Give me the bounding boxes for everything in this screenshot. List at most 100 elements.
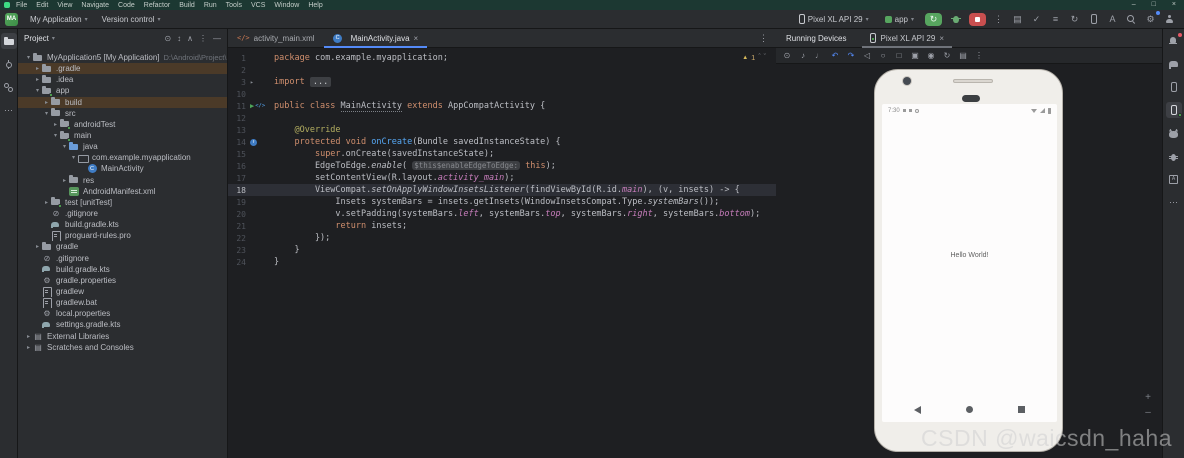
rotate-right-icon[interactable]: ↷ — [845, 50, 857, 62]
tree-chevron-icon[interactable]: ▸ — [60, 177, 69, 184]
minimize-button[interactable]: – — [1132, 0, 1136, 10]
build-variants-icon[interactable]: ≡ — [1047, 12, 1064, 27]
code-line-22[interactable]: 22 }); — [228, 232, 776, 244]
code-line-15[interactable]: 15 super.onCreate(savedInstanceState); — [228, 148, 776, 160]
commit-icon[interactable] — [1, 56, 17, 72]
hide-icon[interactable]: — — [213, 34, 221, 43]
close-icon[interactable]: × — [414, 34, 419, 43]
menu-tools[interactable]: Tools — [226, 2, 242, 9]
menu-help[interactable]: Help — [308, 2, 322, 9]
tree-item--gradle[interactable]: ▸ .gradle — [18, 63, 227, 75]
screenshot-icon[interactable]: ▣ — [909, 50, 921, 62]
back-icon[interactable]: ◁ — [861, 50, 873, 62]
tree-chevron-icon[interactable]: ▾ — [69, 154, 78, 161]
close-button[interactable]: × — [1172, 0, 1176, 10]
tree-chevron-icon[interactable]: ▸ — [33, 76, 42, 83]
menu-navigate[interactable]: Navigate — [81, 2, 109, 9]
tree-item--idea[interactable]: ▸ .idea — [18, 74, 227, 85]
code-line-3[interactable]: 3 ▸ import ... — [228, 76, 776, 88]
rotate-left-icon[interactable]: ↶ — [829, 50, 841, 62]
menu-window[interactable]: Window — [274, 2, 299, 9]
tree-item-build[interactable]: ▸ build — [18, 96, 227, 108]
device-tab-pixel-xl[interactable]: Pixel XL API 29 × — [862, 29, 952, 48]
logcat-icon[interactable] — [1166, 125, 1182, 141]
tree-item-myapplication5-my-application-[interactable]: ▾ MyApplication5 [My Application] D:\Andro… — [18, 52, 227, 63]
gutter[interactable]: 15 — [228, 150, 274, 159]
overview-button[interactable] — [1018, 406, 1025, 413]
search-icon[interactable] — [1123, 12, 1140, 27]
fold-chevron-icon[interactable]: ▸ — [250, 79, 254, 86]
next-problem-icon[interactable]: ˇ — [764, 54, 766, 61]
tree-item--gitignore[interactable]: ⊘ .gitignore — [18, 253, 227, 264]
code-line-16[interactable]: 16 EdgeToEdge.enable( $this$enableEdgeTo… — [228, 160, 776, 172]
menu-code[interactable]: Code — [118, 2, 135, 9]
gutter[interactable]: 14 ↑ — [228, 138, 274, 147]
gutter[interactable]: 20 — [228, 210, 274, 219]
tree-item-androidmanifest-xml[interactable]: AndroidManifest.xml — [18, 186, 227, 197]
app-quality-insights-icon[interactable] — [1166, 148, 1182, 164]
home-icon[interactable]: ○ — [877, 50, 889, 62]
gutter[interactable]: 1 — [228, 54, 274, 63]
tree-item-app[interactable]: ▾ app — [18, 85, 227, 97]
menu-run[interactable]: Run — [204, 2, 217, 9]
tree-item-gradle-properties[interactable]: ⚙ gradle.properties — [18, 275, 227, 286]
gutter[interactable]: 2 — [228, 66, 274, 75]
more-icon[interactable]: ⋯ — [1, 102, 17, 118]
tree-item-res[interactable]: ▸ res — [18, 175, 227, 186]
tree-item-src[interactable]: ▾ src — [18, 108, 227, 119]
maximize-button[interactable]: □ — [1152, 0, 1156, 10]
gutter[interactable]: 12 — [228, 114, 274, 123]
settings-icon[interactable]: ⚙ — [1142, 10, 1160, 27]
tree-chevron-icon[interactable]: ▸ — [42, 199, 51, 206]
tree-item-gradlew[interactable]: gradlew — [18, 286, 227, 298]
tab-activity-main-xml[interactable]: </> activity_main.xml — [228, 29, 324, 48]
code-line-20[interactable]: 20 v.setPadding(systemBars.left, systemB… — [228, 208, 776, 220]
tree-item-main[interactable]: ▾ main — [18, 130, 227, 142]
project-panel-title[interactable]: Project — [24, 34, 49, 43]
tree-item-test-unittest-[interactable]: ▸ test [unitTest] — [18, 197, 227, 208]
volume-down-icon[interactable]: ♩ — [813, 50, 825, 62]
editor-options-icon[interactable]: ⋮ — [759, 33, 776, 44]
expand-all-icon[interactable]: ↕ — [177, 34, 181, 43]
tree-item-androidtest[interactable]: ▸ androidTest — [18, 119, 227, 130]
vcs-selector[interactable]: Version control ▾ — [95, 10, 168, 29]
tree-chevron-icon[interactable]: ▾ — [51, 132, 60, 139]
menu-file[interactable]: File — [16, 2, 27, 9]
code-line-24[interactable]: 24} — [228, 256, 776, 268]
tree-item-build-gradle-kts[interactable]: build.gradle.kts — [18, 264, 227, 275]
overview-icon[interactable]: □ — [893, 50, 905, 62]
tree-item-gradle[interactable]: ▸ gradle — [18, 241, 227, 252]
back-button[interactable] — [914, 405, 921, 414]
notifications-icon[interactable] — [1166, 33, 1182, 49]
run-configuration-selector[interactable]: app ▾ — [878, 10, 921, 29]
running-devices-icon[interactable] — [1165, 102, 1182, 118]
code-editor[interactable]: 1 package com.example.myapplication; 2 3 ▸ im… — [228, 48, 776, 268]
gutter[interactable]: 11 ▶ </> — [228, 102, 274, 111]
collapse-all-icon[interactable]: ∧ — [187, 34, 193, 43]
tree-item-scratches-and-consoles[interactable]: ▸ ▤ Scratches and Consoles — [18, 342, 227, 353]
tree-item-build-gradle-kts[interactable]: build.gradle.kts — [18, 219, 227, 230]
snapshots-icon[interactable]: ▤ — [957, 50, 969, 62]
menu-refactor[interactable]: Refactor — [144, 2, 170, 9]
debug-button[interactable] — [947, 13, 964, 26]
device-manager-icon[interactable] — [1085, 12, 1102, 27]
home-button[interactable] — [966, 406, 973, 413]
code-line-19[interactable]: 19 Insets systemBars = insets.getInsets(… — [228, 196, 776, 208]
overrides-method-icon[interactable]: ↑ — [250, 138, 257, 146]
screen-record-icon[interactable]: ◉ — [925, 50, 937, 62]
more-icon[interactable]: ⋮ — [973, 50, 985, 62]
code-line-23[interactable]: 23 } — [228, 244, 776, 256]
menu-edit[interactable]: Edit — [36, 2, 48, 9]
rerun-button[interactable]: ↻ — [925, 12, 942, 26]
code-line-11[interactable]: 11 ▶ </> public class MainActivity extends … — [228, 100, 776, 112]
locate-file-icon[interactable]: ⊙ — [164, 34, 171, 43]
code-line-17[interactable]: 17 setContentView(R.layout.activity_main… — [228, 172, 776, 184]
gutter[interactable]: 16 — [228, 162, 274, 171]
menu-view[interactable]: View — [57, 2, 72, 9]
gutter[interactable]: 13 — [228, 126, 274, 135]
tree-item-java[interactable]: ▾ java — [18, 141, 227, 152]
tree-chevron-icon[interactable]: ▸ — [42, 99, 51, 106]
tab-mainactivity-java[interactable]: C MainActivity.java × — [323, 29, 428, 48]
code-line-10[interactable]: 10 — [228, 88, 776, 100]
tree-item-proguard-rules-pro[interactable]: proguard-rules.pro — [18, 230, 227, 242]
